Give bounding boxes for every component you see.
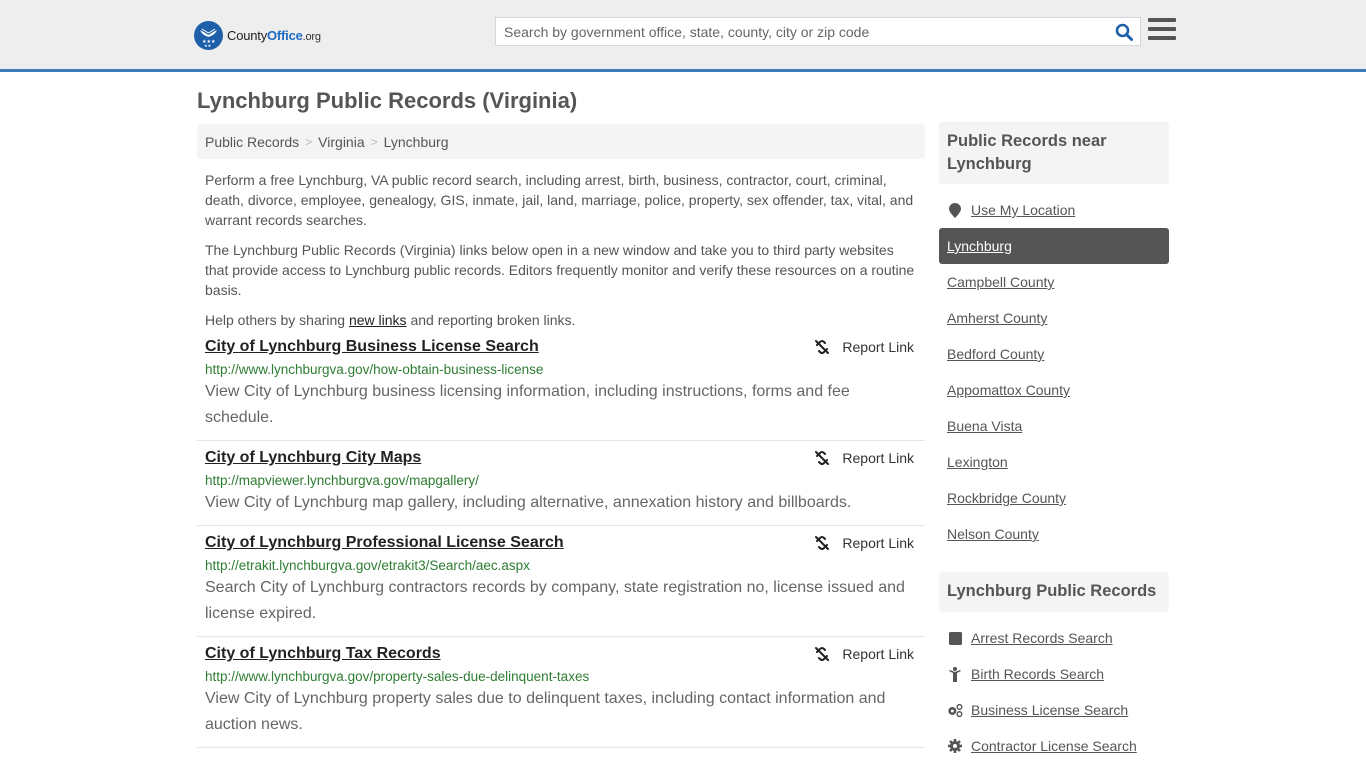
- report-link-button[interactable]: Report Link: [814, 339, 914, 355]
- record-url[interactable]: http://etrakit.lynchburgva.gov/etrakit3/…: [205, 557, 917, 574]
- use-my-location-link[interactable]: Use My Location: [971, 202, 1075, 218]
- new-links-link[interactable]: new links: [349, 312, 407, 328]
- nearby-item-appomattox-county[interactable]: Appomattox County: [939, 372, 1169, 408]
- broken-link-icon: [815, 647, 830, 661]
- record-url[interactable]: http://www.lynchburgva.gov/how-obtain-bu…: [205, 361, 917, 378]
- intro-paragraph-3: Help others by sharing new links and rep…: [205, 310, 917, 330]
- nearby-link[interactable]: Appomattox County: [947, 382, 1070, 398]
- broken-link-icon: [815, 340, 830, 354]
- breadcrumb-separator: >: [305, 134, 313, 149]
- nearby-link[interactable]: Campbell County: [947, 274, 1054, 290]
- birth-icon: [947, 666, 963, 682]
- nearby-item-rockbridge-county[interactable]: Rockbridge County: [939, 480, 1169, 516]
- intro-paragraph-2: The Lynchburg Public Records (Virginia) …: [205, 242, 915, 298]
- nearby-item-buena-vista[interactable]: Buena Vista: [939, 408, 1169, 444]
- menu-bar: [1148, 36, 1176, 40]
- nearby-item-campbell-county[interactable]: Campbell County: [939, 264, 1169, 300]
- record-description: Search City of Lynchburg contractors rec…: [205, 579, 905, 622]
- nearby-item-lynchburg[interactable]: Lynchburg: [939, 228, 1169, 264]
- record-link-contractor-license[interactable]: Contractor License Search: [939, 728, 1169, 764]
- record-link-arrest[interactable]: Arrest Records Search: [939, 620, 1169, 656]
- intro-paragraph-1: Perform a free Lynchburg, VA public reco…: [205, 172, 914, 228]
- report-link-label: Report Link: [842, 450, 914, 466]
- record-title-link[interactable]: City of Lynchburg Business License Searc…: [205, 337, 539, 357]
- menu-bar: [1148, 27, 1176, 31]
- breadcrumb-virginia[interactable]: Virginia: [318, 134, 364, 150]
- record-item: City of Lynchburg Business License Searc…: [197, 330, 925, 441]
- broken-link-icon: [815, 536, 830, 550]
- record-description: View City of Lynchburg map gallery, incl…: [205, 494, 852, 511]
- nearby-link[interactable]: Rockbridge County: [947, 490, 1066, 506]
- record-description: View City of Lynchburg property sales du…: [205, 690, 886, 733]
- record-url[interactable]: http://mapviewer.lynchburgva.gov/mapgall…: [205, 472, 917, 489]
- hamburger-menu-button[interactable]: [1148, 18, 1176, 44]
- record-title-link[interactable]: City of Lynchburg Professional License S…: [205, 533, 564, 553]
- record-link-business-license[interactable]: Business License Search: [939, 692, 1169, 728]
- report-link-button[interactable]: Report Link: [814, 535, 914, 551]
- record-link[interactable]: Business License Search: [971, 702, 1128, 718]
- report-link-label: Report Link: [842, 339, 914, 355]
- record-item: City of Lynchburg Tax Records Report Lin…: [197, 637, 925, 748]
- record-link[interactable]: Arrest Records Search: [971, 630, 1113, 646]
- nearby-link[interactable]: Bedford County: [947, 346, 1044, 362]
- search-icon: [1115, 23, 1133, 41]
- map-marker-icon: [947, 202, 963, 218]
- nearby-link[interactable]: Lynchburg: [947, 238, 1012, 254]
- header-inner: ★★★ ★★ CountyOffice.org: [194, 0, 1176, 69]
- arrest-icon: [947, 631, 963, 645]
- breadcrumb-lynchburg[interactable]: Lynchburg: [384, 134, 449, 150]
- site-logo[interactable]: ★★★ ★★ CountyOffice.org: [194, 20, 321, 50]
- breadcrumb-public-records[interactable]: Public Records: [205, 134, 299, 150]
- record-link[interactable]: Birth Records Search: [971, 666, 1104, 682]
- gears-icon: [947, 703, 963, 718]
- record-description: View City of Lynchburg business licensin…: [205, 383, 850, 426]
- nearby-item-lexington[interactable]: Lexington: [939, 444, 1169, 480]
- main-content: Public Records > Virginia > Lynchburg Pe…: [197, 124, 925, 748]
- intro-text-before: Help others by sharing: [205, 312, 349, 328]
- nearby-list: Use My Location Lynchburg Campbell Count…: [939, 192, 1169, 552]
- intro-text: Perform a free Lynchburg, VA public reco…: [197, 170, 925, 330]
- report-link-label: Report Link: [842, 646, 914, 662]
- search-box: [495, 17, 1141, 46]
- page-title: Lynchburg Public Records (Virginia): [197, 88, 578, 113]
- nearby-link[interactable]: Nelson County: [947, 526, 1039, 542]
- record-item: City of Lynchburg Professional License S…: [197, 526, 925, 637]
- logo-eagle-icon: ★★★ ★★: [194, 20, 223, 50]
- record-link-birth[interactable]: Birth Records Search: [939, 656, 1169, 692]
- breadcrumb: Public Records > Virginia > Lynchburg: [197, 124, 925, 159]
- logo-text: CountyOffice.org: [227, 27, 321, 43]
- breadcrumb-separator: >: [370, 134, 378, 149]
- record-title-link[interactable]: City of Lynchburg Tax Records: [205, 644, 441, 664]
- record-url[interactable]: http://www.lynchburgva.gov/property-sale…: [205, 668, 917, 685]
- report-link-label: Report Link: [842, 535, 914, 551]
- record-item: City of Lynchburg City Maps Report Link …: [197, 441, 925, 526]
- gear-icon: [947, 739, 963, 753]
- nearby-link[interactable]: Amherst County: [947, 310, 1047, 326]
- site-header: ★★★ ★★ CountyOffice.org: [0, 0, 1366, 72]
- report-link-button[interactable]: Report Link: [814, 450, 914, 466]
- nearby-heading: Public Records near Lynchburg: [939, 122, 1169, 184]
- broken-link-icon: [815, 451, 830, 465]
- nearby-link[interactable]: Lexington: [947, 454, 1008, 470]
- records-list: Arrest Records Search Birth Records Sear…: [939, 620, 1169, 764]
- nearby-item-amherst-county[interactable]: Amherst County: [939, 300, 1169, 336]
- records-heading: Lynchburg Public Records: [939, 572, 1169, 612]
- search-button[interactable]: [1108, 18, 1140, 45]
- record-link[interactable]: Contractor License Search: [971, 738, 1137, 754]
- search-input[interactable]: [496, 18, 1108, 45]
- sidebar: Public Records near Lynchburg Use My Loc…: [939, 122, 1169, 764]
- use-my-location-item[interactable]: Use My Location: [939, 192, 1169, 228]
- intro-text-after: and reporting broken links.: [406, 312, 576, 328]
- svg-text:★★: ★★: [204, 43, 212, 48]
- nearby-link[interactable]: Buena Vista: [947, 418, 1022, 434]
- menu-bar: [1148, 18, 1176, 22]
- nearby-item-nelson-county[interactable]: Nelson County: [939, 516, 1169, 552]
- record-title-link[interactable]: City of Lynchburg City Maps: [205, 448, 421, 468]
- nearby-item-bedford-county[interactable]: Bedford County: [939, 336, 1169, 372]
- report-link-button[interactable]: Report Link: [814, 646, 914, 662]
